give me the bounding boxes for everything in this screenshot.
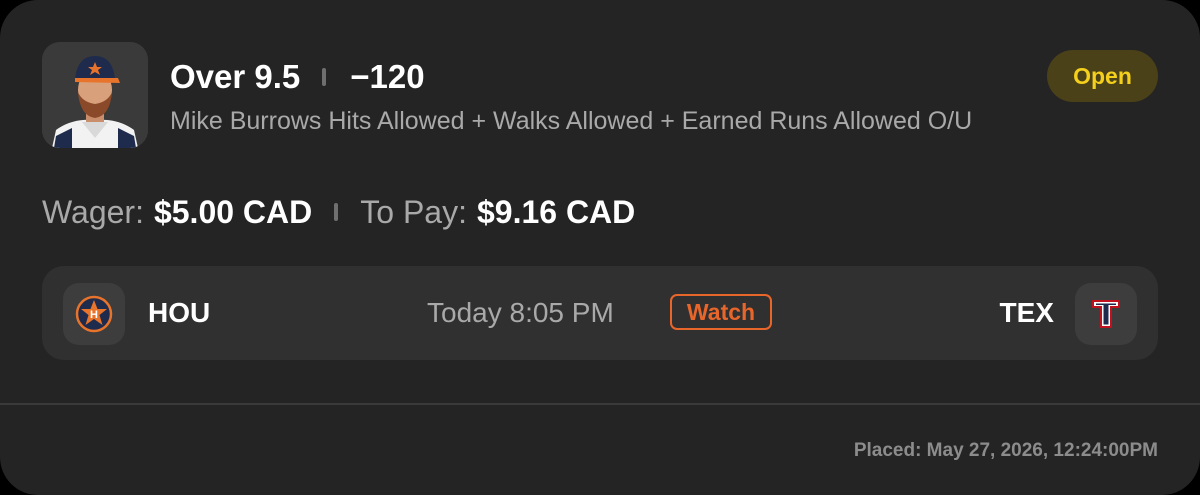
player-avatar — [42, 42, 148, 148]
to-pay-value: $9.16 CAD — [476, 194, 636, 230]
bet-selection: Over 9.5 — [170, 58, 301, 95]
player-headshot-image — [42, 42, 148, 148]
to-pay-label: To Pay: — [360, 194, 467, 230]
home-team: HOU — [148, 297, 211, 328]
astros-logo-icon: H — [75, 295, 113, 333]
divider — [0, 403, 1200, 405]
svg-text:H: H — [90, 309, 98, 321]
bet-odds: −120 — [350, 58, 425, 95]
separator — [334, 203, 339, 221]
wager-value: $5.00 CAD — [153, 194, 313, 230]
wager-label: Wager: — [42, 194, 144, 230]
rangers-logo-icon — [1092, 300, 1120, 328]
watch-button[interactable]: Watch — [670, 294, 772, 330]
away-team-logo — [1075, 283, 1137, 345]
game-time: Today 8:05 PM — [427, 297, 614, 328]
game-info[interactable]: H HOU Today 8:05 PM Watch TEX — [42, 266, 1158, 360]
placed-timestamp: Placed: May 27, 2026, 12:24:00PM — [853, 440, 1158, 461]
home-team-logo: H — [63, 283, 125, 345]
wager-summary: Wager: $5.00 CAD To Pay: $9.16 CAD — [42, 192, 635, 232]
separator — [322, 68, 327, 86]
status-badge: Open — [1047, 50, 1158, 102]
bet-card[interactable]: Over 9.5 −120 Mike Burrows Hits Allowed … — [0, 0, 1200, 495]
away-team: TEX — [999, 297, 1054, 328]
bet-market: Mike Burrows Hits Allowed + Walks Allowe… — [170, 107, 973, 135]
bet-headline: Over 9.5 −120 — [170, 57, 425, 97]
